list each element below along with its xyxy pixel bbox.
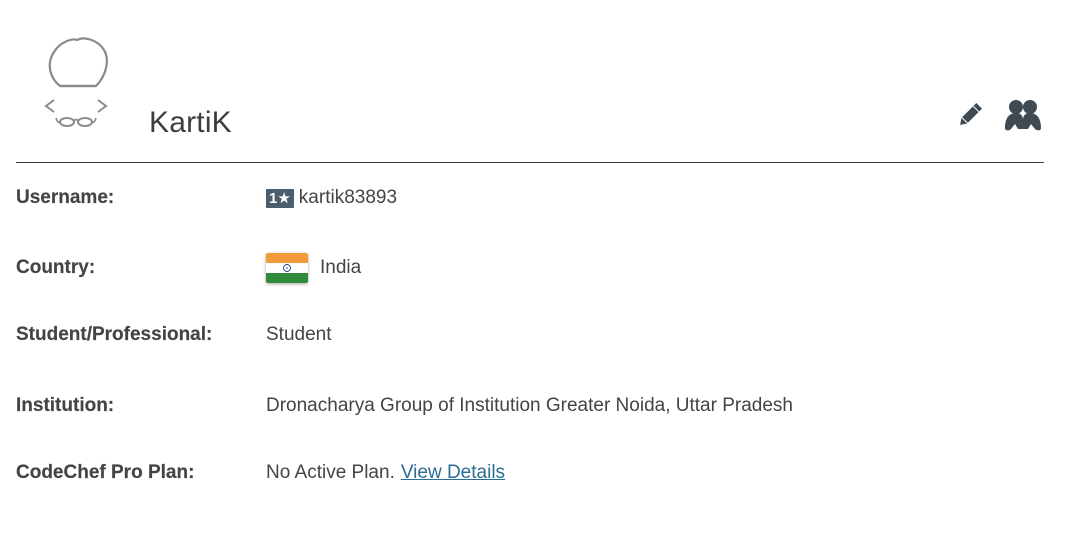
occupation-row: Student/Professional: Student — [16, 320, 1056, 350]
pro-plan-value: No Active Plan. — [266, 462, 395, 483]
country-value-group: India — [266, 253, 361, 283]
header-divider — [16, 162, 1044, 163]
username-row: Username: 1★ kartik83893 — [16, 183, 1056, 213]
profile-name: KartiK — [149, 106, 232, 139]
star-rating-badge: 1★ — [266, 188, 294, 208]
pro-plan-label: CodeChef Pro Plan: — [16, 462, 195, 483]
country-label: Country: — [16, 257, 96, 278]
india-flag-icon — [266, 253, 308, 283]
users-icon[interactable] — [1003, 98, 1043, 132]
institution-row: Institution: Dronacharya Group of Instit… — [16, 391, 1056, 421]
username-value-group: 1★ kartik83893 — [266, 187, 397, 209]
chef-avatar-icon — [44, 37, 108, 127]
view-details-link[interactable]: View Details — [401, 462, 505, 484]
country-row: Country: India — [16, 253, 1056, 283]
country-value: India — [320, 257, 362, 278]
username-label: Username: — [16, 187, 115, 208]
occupation-value: Student — [266, 324, 332, 345]
username-value: kartik83893 — [298, 187, 398, 208]
pro-plan-row: CodeChef Pro Plan: No Active Plan. View … — [16, 458, 1056, 488]
occupation-label: Student/Professional: — [16, 324, 213, 345]
institution-value: Dronacharya Group of Institution Greater… — [266, 395, 793, 416]
institution-label: Institution: — [16, 395, 115, 416]
pencil-icon[interactable] — [955, 100, 985, 130]
pro-plan-value-group: No Active Plan. View Details — [266, 462, 505, 484]
